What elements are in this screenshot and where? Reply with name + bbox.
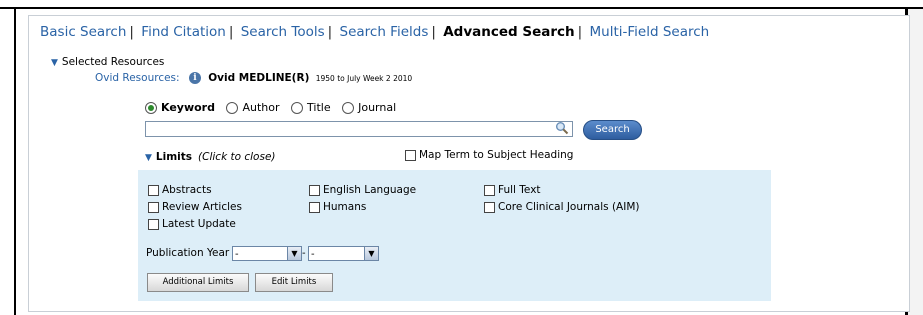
limit-label: Full Text	[498, 184, 541, 196]
search-input[interactable]	[145, 121, 573, 137]
edit-limits-button[interactable]: Edit Limits	[255, 273, 333, 292]
tab-multi-field-search[interactable]: Multi-Field Search	[590, 24, 710, 40]
radio-button-icon	[342, 101, 355, 114]
map-term-checkbox[interactable]: Map Term to Subject Heading	[405, 149, 573, 161]
nav-separator: |	[577, 24, 583, 40]
radio-keyword[interactable]: Keyword	[145, 101, 215, 114]
limit-label: Latest Update	[162, 218, 236, 230]
limit-humans[interactable]: Humans	[309, 201, 366, 213]
publication-year-label: Publication Year	[146, 247, 230, 259]
limit-core-clinical-journals[interactable]: Core Clinical Journals (AIM)	[484, 201, 640, 213]
radio-title[interactable]: Title	[291, 101, 331, 114]
nav-separator: |	[228, 24, 234, 40]
select-value: -	[235, 249, 239, 260]
search-mode-radios: Keyword Author Title Journal	[145, 101, 404, 117]
radio-author[interactable]: Author	[226, 101, 280, 114]
limit-review-articles[interactable]: Review Articles	[148, 201, 242, 213]
database-range: 1950 to July Week 2 2010	[315, 74, 413, 83]
limits-toggle[interactable]: ▼ Limits (Click to close)	[145, 151, 276, 163]
selected-resources-toggle[interactable]: ▼ Selected Resources	[51, 56, 164, 68]
limit-label: Abstracts	[162, 184, 212, 196]
search-tabs-nav: Basic Search | Find Citation | Search Tool…	[40, 24, 709, 40]
checkbox-icon	[309, 184, 320, 196]
limit-latest-update[interactable]: Latest Update	[148, 218, 236, 230]
nav-separator: |	[129, 24, 134, 40]
window-frame-top	[0, 7, 923, 9]
publication-year-to-select[interactable]: - ▼	[308, 246, 379, 261]
limits-hint: (Click to close)	[198, 151, 276, 163]
info-icon[interactable]: i	[188, 72, 201, 84]
chevron-down-icon: ▼	[364, 247, 378, 260]
limits-title: Limits	[155, 151, 193, 163]
checkbox-icon	[148, 218, 159, 230]
magnifier-icon[interactable]	[555, 121, 569, 135]
radio-author-label: Author	[242, 101, 280, 114]
limit-label: Humans	[323, 201, 367, 213]
limit-english-language[interactable]: English Language	[309, 184, 416, 196]
limit-label: Review Articles	[162, 201, 242, 213]
tab-search-tools[interactable]: Search Tools	[241, 24, 325, 40]
radio-journal[interactable]: Journal	[342, 101, 396, 114]
checkbox-icon	[148, 201, 159, 213]
triangle-down-icon: ▼	[51, 58, 58, 68]
limit-full-text[interactable]: Full Text	[484, 184, 541, 196]
tab-search-fields[interactable]: Search Fields	[340, 24, 429, 40]
selected-resources-label: Selected Resources	[61, 56, 165, 68]
radio-button-icon	[291, 101, 304, 114]
tab-find-citation[interactable]: Find Citation	[141, 24, 226, 40]
radio-title-label: Title	[307, 101, 331, 114]
limit-label: English Language	[323, 184, 417, 196]
scrollbar-track[interactable]	[908, 9, 923, 315]
year-range-separator: -	[302, 248, 306, 259]
radio-button-icon	[145, 101, 157, 114]
window-frame-left	[14, 7, 16, 315]
select-value: -	[311, 249, 315, 260]
checkbox-icon	[484, 201, 495, 213]
ovid-resources-line: Ovid Resources: i Ovid MEDLINE(R) 1950 t…	[95, 72, 412, 84]
search-button[interactable]: Search	[583, 120, 642, 140]
checkbox-icon	[405, 149, 416, 161]
limit-abstracts[interactable]: Abstracts	[148, 184, 212, 196]
tab-advanced-search[interactable]: Advanced Search	[443, 24, 574, 40]
map-term-label: Map Term to Subject Heading	[419, 149, 574, 161]
publication-year-from-select[interactable]: - ▼	[232, 246, 302, 261]
triangle-down-icon: ▼	[145, 153, 152, 163]
radio-journal-label: Journal	[358, 101, 397, 114]
radio-button-icon	[226, 101, 239, 114]
additional-limits-button[interactable]: Additional Limits	[147, 273, 249, 292]
checkbox-icon	[484, 184, 495, 196]
checkbox-icon	[309, 201, 320, 213]
checkbox-icon	[148, 184, 159, 196]
nav-separator: |	[327, 24, 333, 40]
tab-basic-search[interactable]: Basic Search	[40, 24, 126, 40]
nav-separator: |	[431, 24, 436, 40]
ovid-resources-label: Ovid Resources:	[95, 72, 180, 84]
chevron-down-icon: ▼	[287, 247, 301, 260]
database-name: Ovid MEDLINE(R)	[208, 72, 310, 84]
radio-keyword-label: Keyword	[161, 101, 215, 114]
limit-label: Core Clinical Journals (AIM)	[498, 201, 640, 213]
